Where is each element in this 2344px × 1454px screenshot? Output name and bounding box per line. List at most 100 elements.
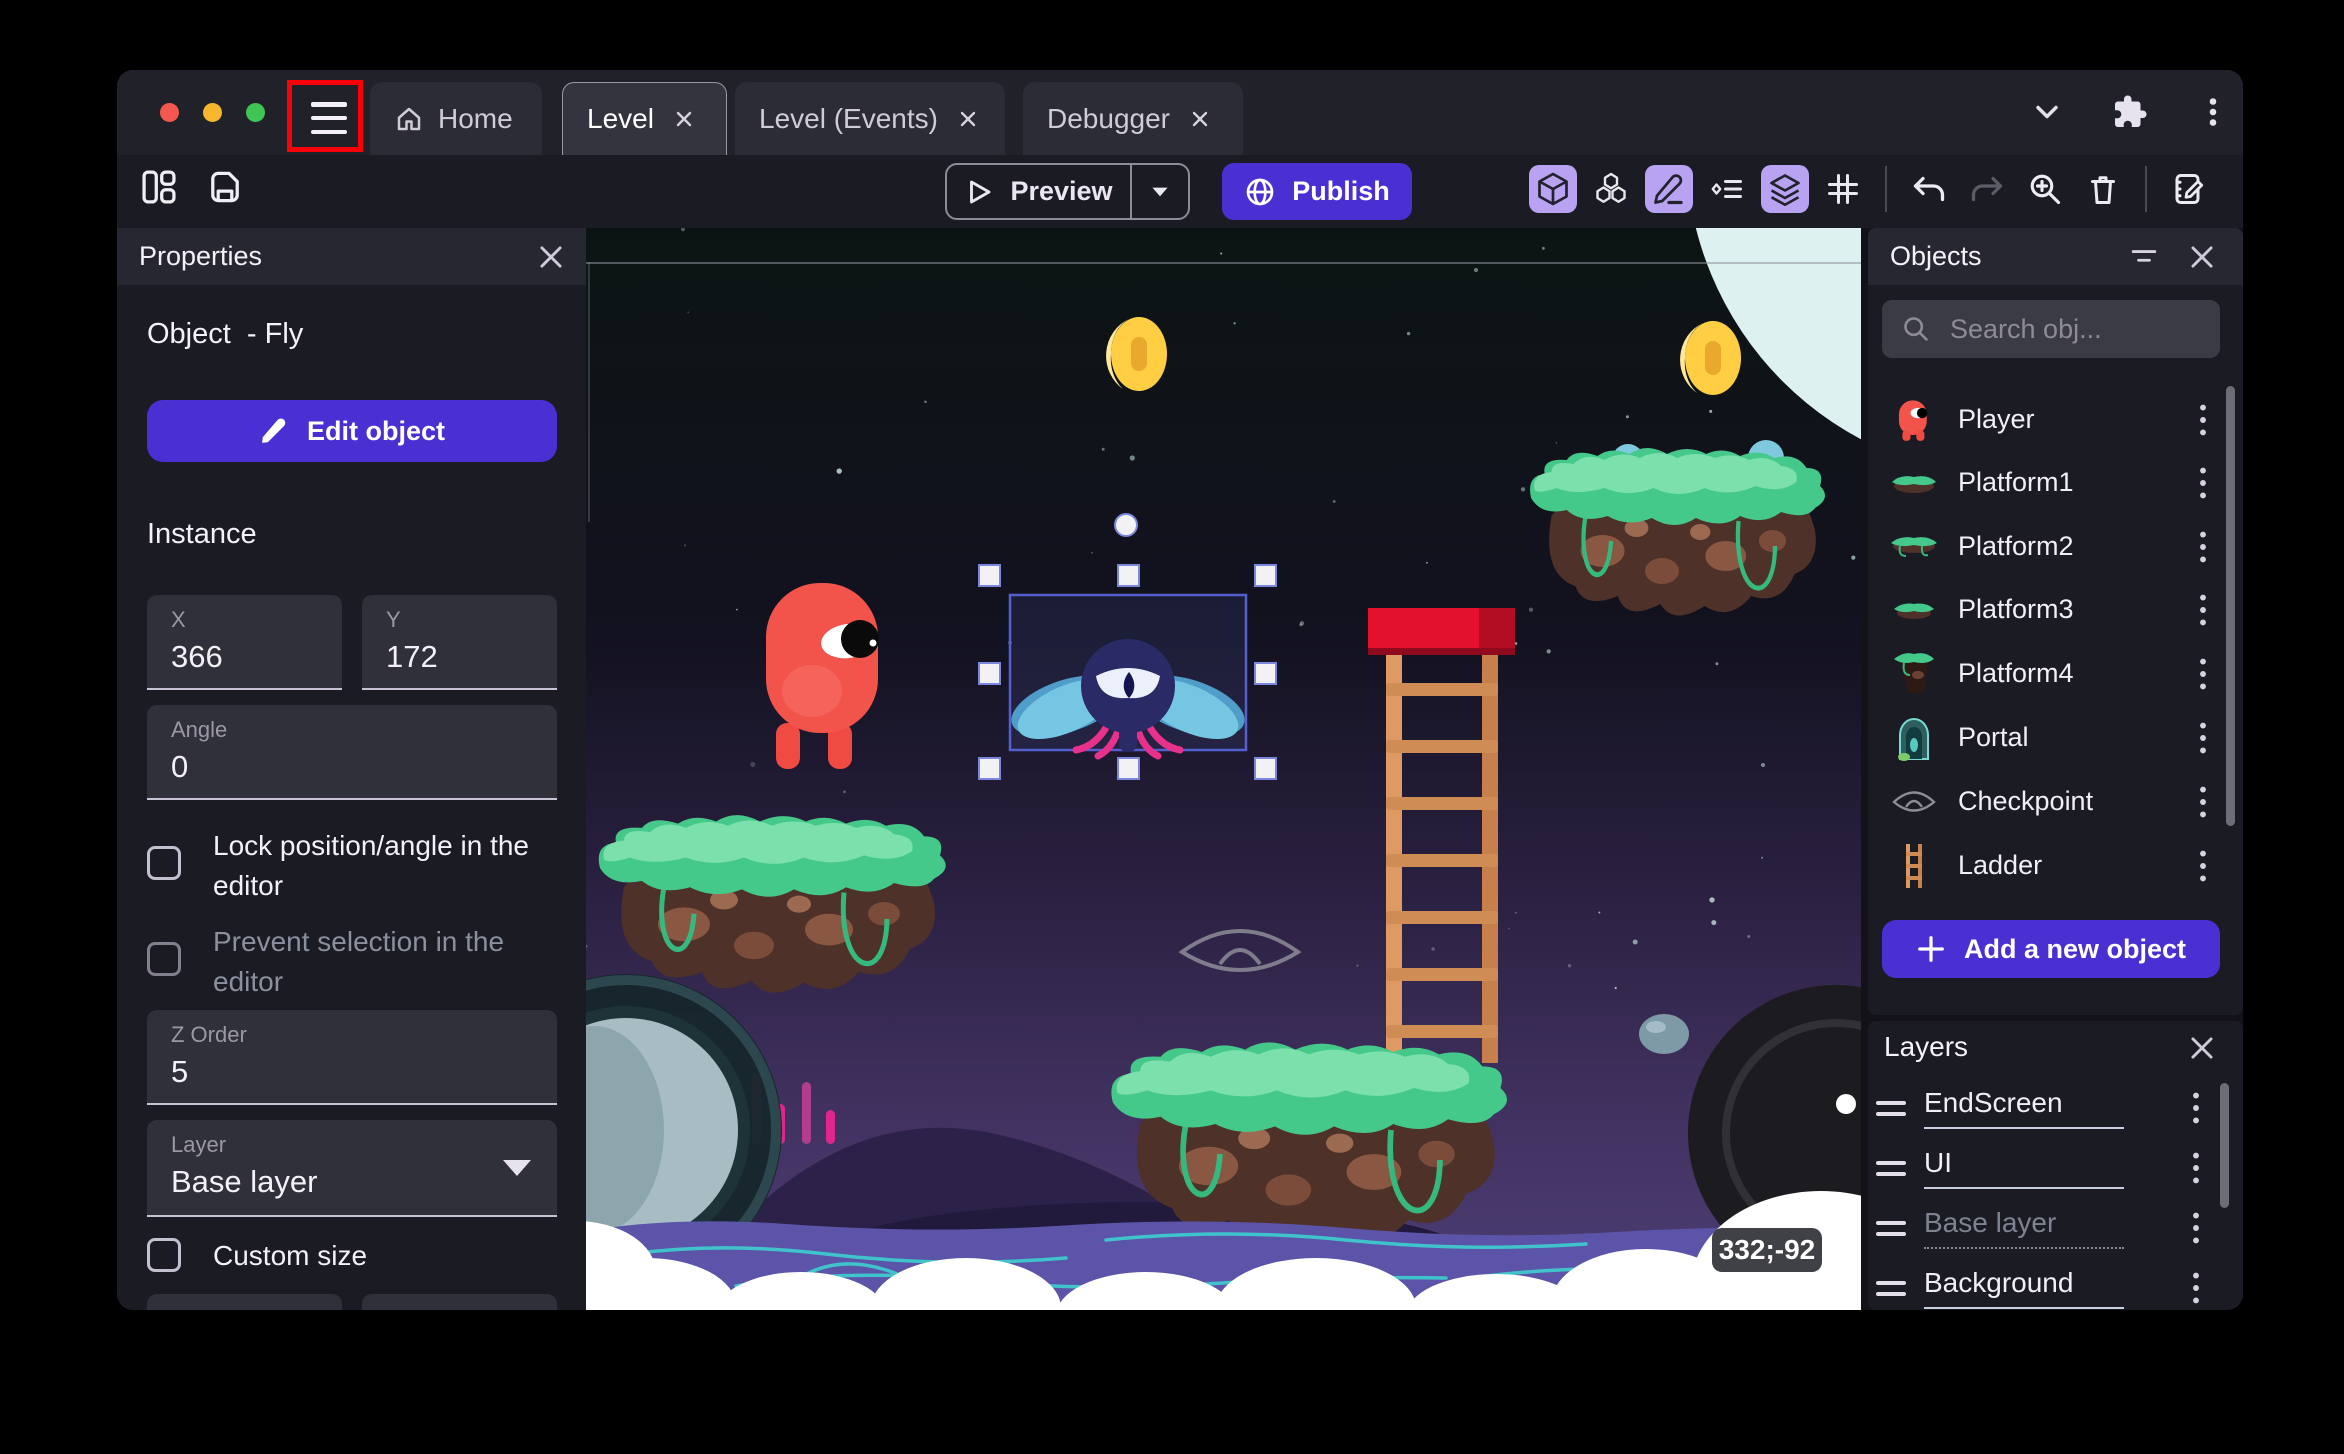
close-tab-icon[interactable] — [958, 109, 978, 129]
object-menu-button[interactable] — [2186, 590, 2220, 630]
object-row-platform4[interactable]: Platform4 — [1868, 642, 2220, 705]
z-order-field[interactable]: Z Order 5 — [147, 1010, 557, 1105]
pencil-icon — [1654, 174, 1683, 205]
close-tab-icon[interactable] — [674, 109, 694, 129]
layer-name[interactable]: Background — [1924, 1267, 2124, 1309]
x-field[interactable]: X 366 — [147, 595, 342, 690]
angle-field[interactable]: Angle 0 — [147, 705, 557, 800]
object-menu-button[interactable] — [2186, 400, 2220, 440]
drag-handle-icon[interactable] — [1876, 1160, 1906, 1176]
add-object-button[interactable]: Add a new object — [1882, 920, 2220, 978]
layer-row-endscreen[interactable]: EndScreen — [1868, 1079, 2213, 1137]
custom-size-checkbox[interactable] — [147, 1238, 181, 1272]
object-search-box[interactable] — [1882, 300, 2220, 358]
object-row-ladder[interactable]: Ladder — [1868, 834, 2220, 897]
width-field-partial[interactable] — [147, 1294, 342, 1310]
y-field[interactable]: Y 172 — [362, 595, 557, 690]
layer-menu-button[interactable] — [2179, 1088, 2213, 1128]
properties-panel: Properties Object - Fly Edit object Inst… — [117, 228, 586, 1310]
layers-scrollbar[interactable] — [2220, 1083, 2229, 1208]
layer-name[interactable]: EndScreen — [1924, 1087, 2124, 1129]
undo-button[interactable] — [1905, 165, 1953, 213]
drag-handle-icon[interactable] — [1876, 1220, 1906, 1236]
publish-button[interactable]: Publish — [1222, 163, 1412, 220]
prevent-selection-checkbox[interactable] — [147, 942, 181, 976]
object-menu-button[interactable] — [2186, 463, 2220, 503]
layer-name[interactable]: UI — [1924, 1147, 2124, 1189]
tab-home[interactable]: Home — [370, 82, 542, 155]
layer-name[interactable]: Base layer — [1924, 1207, 2124, 1249]
object-row-platform3[interactable]: Platform3 — [1868, 578, 2220, 641]
filter-icon[interactable] — [2131, 246, 2157, 268]
layer-menu-button[interactable] — [2179, 1208, 2213, 1248]
properties-panel-toggle[interactable] — [1645, 165, 1693, 213]
hamburger-menu-icon[interactable] — [311, 102, 347, 134]
y-field-label: Y — [386, 607, 401, 632]
rotate-handle[interactable] — [1114, 513, 1138, 537]
chevron-down-icon[interactable] — [2029, 94, 2065, 130]
object-menu-button[interactable] — [2186, 782, 2220, 822]
save-button[interactable] — [205, 167, 245, 207]
object-row-portal[interactable]: Portal — [1868, 706, 2220, 769]
object-search-input[interactable] — [1948, 312, 2178, 346]
objects-scrollbar[interactable] — [2226, 386, 2235, 826]
drag-handle-icon[interactable] — [1876, 1100, 1906, 1116]
drag-handle-icon[interactable] — [1876, 1280, 1906, 1296]
close-window-button[interactable] — [160, 103, 179, 122]
layer-row-base-layer[interactable]: Base layer — [1868, 1199, 2213, 1257]
layer-select[interactable]: Layer Base layer — [147, 1120, 557, 1217]
edit-object-button[interactable]: Edit object — [147, 400, 557, 462]
tab-level-events[interactable]: Level (Events) — [735, 82, 1005, 155]
objects-panel-toggle[interactable] — [1529, 165, 1577, 213]
stone-egg-highlight — [1646, 1021, 1666, 1033]
scene-canvas[interactable]: 332;-92 — [586, 228, 1861, 1310]
object-row-player[interactable]: Player — [1868, 388, 2220, 451]
tab-level[interactable]: Level — [562, 82, 727, 155]
close-panel-icon[interactable] — [2189, 1035, 2215, 1061]
checkpoint-thumbnail-icon — [1890, 778, 1938, 826]
right-column: Objects Player Platform1 — [1868, 228, 2243, 1310]
object-row-checkpoint[interactable]: Checkpoint — [1868, 770, 2220, 833]
redo-icon — [1971, 176, 2003, 202]
object-menu-button[interactable] — [2186, 527, 2220, 567]
layer-menu-button[interactable] — [2179, 1148, 2213, 1188]
object-row-platform2[interactable]: Platform2 — [1868, 515, 2220, 578]
instances-list-icon — [1711, 180, 1742, 198]
properties-panel-header: Properties — [117, 228, 586, 285]
edit-scene-properties-button[interactable] — [2165, 165, 2213, 213]
instances-list-button[interactable] — [1703, 165, 1751, 213]
lock-position-checkbox[interactable] — [147, 846, 181, 880]
panels-layout-button[interactable] — [139, 167, 179, 207]
extensions-icon[interactable] — [2112, 94, 2148, 130]
preview-button[interactable]: Preview — [945, 163, 1190, 220]
layer-row-ui[interactable]: UI — [1868, 1139, 2213, 1197]
redo-button[interactable] — [1963, 165, 2011, 213]
layer-menu-button[interactable] — [2179, 1268, 2213, 1308]
platform4-thumbnail-icon — [1890, 650, 1938, 698]
z-order-value: 5 — [171, 1054, 189, 1089]
minimize-window-button[interactable] — [203, 103, 222, 122]
close-panel-icon[interactable] — [538, 244, 564, 270]
height-field-partial[interactable] — [362, 1294, 557, 1310]
object-menu-button[interactable] — [2186, 654, 2220, 694]
cube-icon — [1538, 172, 1568, 206]
object-menu-button[interactable] — [2186, 846, 2220, 886]
close-tab-icon[interactable] — [1190, 109, 1210, 129]
delete-button[interactable] — [2079, 165, 2127, 213]
toolbar-divider — [1885, 166, 1887, 212]
kebab-menu-icon[interactable] — [2195, 94, 2231, 130]
zoom-window-button[interactable] — [246, 103, 265, 122]
layers-panel-toggle[interactable] — [1761, 165, 1809, 213]
layer-row-background[interactable]: Background — [1868, 1259, 2213, 1310]
object-groups-button[interactable] — [1587, 165, 1635, 213]
play-icon — [970, 180, 991, 203]
object-menu-button[interactable] — [2186, 718, 2220, 758]
preview-options-button[interactable] — [1130, 165, 1188, 218]
object-row-platform1[interactable]: Platform1 — [1868, 451, 2220, 514]
close-panel-icon[interactable] — [2189, 244, 2215, 270]
tab-debugger[interactable]: Debugger — [1023, 82, 1243, 155]
lock-position-label: Lock position/angle in the editor — [213, 830, 529, 901]
toolbar: Preview Publish — [117, 155, 2243, 228]
zoom-button[interactable] — [2021, 165, 2069, 213]
grid-toggle-button[interactable] — [1819, 165, 1867, 213]
